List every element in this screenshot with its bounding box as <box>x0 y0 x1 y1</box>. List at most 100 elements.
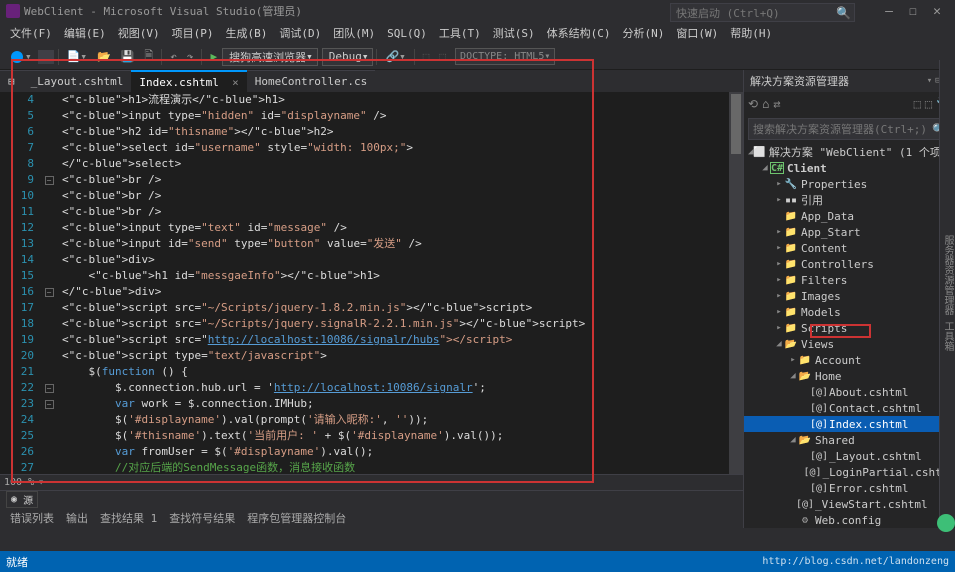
undo-button[interactable]: ↶ <box>166 49 181 64</box>
quick-launch[interactable]: 快速启动 (Ctrl+Q) 🔍 <box>670 3 855 22</box>
project-node[interactable]: ◢C#Client <box>744 160 955 176</box>
browser-combo[interactable]: 搜狗高速浏览器 ▾ <box>222 48 318 66</box>
node-shared[interactable]: ◢📂Shared <box>744 432 955 448</box>
quick-launch-placeholder: 快速启动 (Ctrl+Q) <box>676 5 780 21</box>
new-project-button[interactable]: 📄▾ <box>63 49 91 64</box>
zoom-level[interactable]: 100 % <box>4 477 34 488</box>
menu-help[interactable]: 帮助(H) <box>724 23 778 43</box>
open-button[interactable]: 📂 <box>93 49 115 64</box>
menu-test[interactable]: 测试(S) <box>487 23 541 43</box>
node-index[interactable]: [@]Index.cshtml <box>744 416 955 432</box>
menu-window[interactable]: 窗口(W) <box>670 23 724 43</box>
menu-analyze[interactable]: 分析(N) <box>617 23 671 43</box>
toolbar: ▾ 📄▾ 📂 💾 🗎 ↶ ↷ ▶ 搜狗高速浏览器 ▾ Debug ▾ 🔗▾ ⬚ … <box>0 44 955 70</box>
node-content[interactable]: ▸📁Content <box>744 240 955 256</box>
doctype-combo[interactable]: DOCTYPE: HTML5 ▾ <box>455 48 555 65</box>
format-icon[interactable]: ⬚ <box>419 49 434 64</box>
vertical-scrollbar[interactable] <box>729 92 743 474</box>
solution-explorer-title: 解决方案资源管理器 ▾⊟✕ <box>744 70 955 92</box>
save-button[interactable]: 💾 <box>117 49 139 64</box>
tab-output[interactable]: 输出 <box>60 508 94 528</box>
close-tab-icon[interactable]: × <box>232 76 239 89</box>
main-content: ⊞ _Layout.cshtml Index.cshtml × HomeCont… <box>0 70 955 528</box>
node-refs[interactable]: ▸▪▪引用 <box>744 192 955 208</box>
node-layout[interactable]: [@]_Layout.cshtml <box>744 448 955 464</box>
node-error[interactable]: [@]Error.cshtml <box>744 480 955 496</box>
menu-team[interactable]: 团队(M) <box>327 23 381 43</box>
solution-explorer: 解决方案资源管理器 ▾⊟✕ ⟲ ⌂ ⇄ ⬚ ⬚ 🔧 搜索解决方案资源管理器(Ct… <box>743 70 955 528</box>
home-icon[interactable]: ⌂ <box>762 97 769 111</box>
node-account[interactable]: ▸📁Account <box>744 352 955 368</box>
menu-build[interactable]: 生成(B) <box>220 23 274 43</box>
tab-find1[interactable]: 查找结果 1 <box>94 508 163 528</box>
home-icon[interactable]: ⟲ <box>748 97 758 111</box>
menu-view[interactable]: 视图(V) <box>112 23 166 43</box>
maximize-button[interactable]: ☐ <box>901 4 925 19</box>
status-bar: 就绪 http://blog.csdn.net/landonzeng <box>0 551 955 572</box>
panel-dropdown-icon[interactable]: ▾ <box>927 76 932 86</box>
tab-homecontroller[interactable]: HomeController.cs <box>247 70 376 92</box>
redo-button[interactable]: ↷ <box>183 49 198 64</box>
node-viewstart[interactable]: [@]_ViewStart.cshtml <box>744 496 955 512</box>
show-all-icon[interactable]: ⬚ <box>925 97 932 111</box>
node-appstart[interactable]: ▸📁App_Start <box>744 224 955 240</box>
search-icon: 🔍 <box>836 6 851 20</box>
menu-arch[interactable]: 体系结构(C) <box>541 23 617 43</box>
solution-toolbar: ⟲ ⌂ ⇄ ⬚ ⬚ 🔧 <box>744 92 955 116</box>
node-appdata[interactable]: 📁App_Data <box>744 208 955 224</box>
scroll-thumb[interactable] <box>731 94 741 154</box>
status-url: http://blog.csdn.net/landonzeng <box>762 556 949 567</box>
config-combo[interactable]: Debug ▾ <box>322 48 374 66</box>
tab-package-manager[interactable]: 程序包管理器控制台 <box>241 508 352 528</box>
feedback-bubble-icon[interactable] <box>937 514 955 532</box>
annotation-box-index <box>810 324 871 338</box>
zoom-bar: 100 %▾ <box>0 474 743 490</box>
menu-sql[interactable]: SQL(Q) <box>381 25 433 42</box>
node-home[interactable]: ◢📂Home <box>744 368 955 384</box>
nav-fwd-button[interactable] <box>38 50 54 64</box>
tab-layout[interactable]: _Layout.cshtml <box>23 70 132 92</box>
node-loginpartial[interactable]: [@]_LoginPartial.cshtml <box>744 464 955 480</box>
menu-file[interactable]: 文件(F) <box>4 23 58 43</box>
menu-debug[interactable]: 调试(D) <box>273 23 327 43</box>
menu-tools[interactable]: 工具(T) <box>433 23 487 43</box>
code-editor[interactable]: 4567891011121314151617181920212223242526… <box>0 92 743 474</box>
source-view-button[interactable]: ◉ 源 <box>6 491 38 508</box>
tab-index[interactable]: Index.cshtml × <box>131 70 246 92</box>
node-properties[interactable]: ▸🔧Properties <box>744 176 955 192</box>
browserlink-icon[interactable]: 🔗▾ <box>381 49 409 64</box>
status-ready: 就绪 <box>6 554 28 570</box>
vs-icon <box>6 4 20 18</box>
menu-project[interactable]: 项目(P) <box>166 23 220 43</box>
solution-node[interactable]: ◢⬜解决方案 "WebClient" (1 个项目) <box>744 144 955 160</box>
solution-search[interactable]: 搜索解决方案资源管理器(Ctrl+;)🔍 <box>748 118 951 140</box>
save-all-button[interactable]: 🗎 <box>140 46 157 67</box>
node-images[interactable]: ▸📁Images <box>744 288 955 304</box>
tab-strip: ⊞ _Layout.cshtml Index.cshtml × HomeCont… <box>0 70 743 92</box>
node-contact[interactable]: [@]Contact.cshtml <box>744 400 955 416</box>
tab-pin[interactable]: ⊞ <box>0 70 23 92</box>
code-content[interactable]: <"c-blue">h1>流程演示</"c-blue">h1><"c-blue"… <box>56 92 729 474</box>
run-button[interactable]: ▶ <box>206 49 221 64</box>
node-webconfig1[interactable]: ⚙Web.config <box>744 512 955 528</box>
node-models[interactable]: ▸📁Models <box>744 304 955 320</box>
node-views[interactable]: ◢📂Views <box>744 336 955 352</box>
right-side-strip[interactable]: 服务器资源管理器 工具箱 <box>939 60 955 527</box>
source-view-bar: ◉ 源 <box>0 490 743 508</box>
minimize-button[interactable]: — <box>877 4 901 19</box>
fold-column[interactable]: −−−−−−− <box>42 92 56 474</box>
node-controllers[interactable]: ▸📁Controllers <box>744 256 955 272</box>
tab-find-symbol[interactable]: 查找符号结果 <box>163 508 241 528</box>
sync-icon[interactable]: ⇄ <box>773 97 780 111</box>
tab-error-list[interactable]: 错误列表 <box>4 508 60 528</box>
collapse-icon[interactable]: ⬚ <box>914 97 921 111</box>
node-about[interactable]: [@]About.cshtml <box>744 384 955 400</box>
line-gutter: 4567891011121314151617181920212223242526… <box>0 92 42 474</box>
menu-edit[interactable]: 编辑(E) <box>58 23 112 43</box>
close-button[interactable]: ✕ <box>925 4 949 19</box>
nav-back-button[interactable]: ▾ <box>7 49 36 64</box>
comment-icon[interactable]: ⬚ <box>435 49 450 64</box>
menu-bar: 文件(F) 编辑(E) 视图(V) 项目(P) 生成(B) 调试(D) 团队(M… <box>0 22 955 44</box>
node-filters[interactable]: ▸📁Filters <box>744 272 955 288</box>
editor-area: ⊞ _Layout.cshtml Index.cshtml × HomeCont… <box>0 70 743 528</box>
